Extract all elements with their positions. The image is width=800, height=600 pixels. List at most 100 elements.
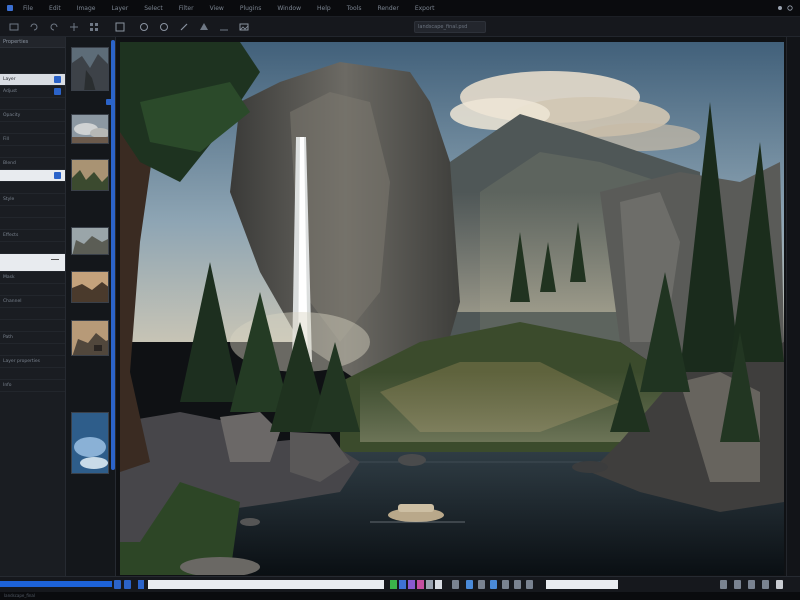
panel-row[interactable] <box>0 98 65 110</box>
panel-dropdown[interactable] <box>0 254 65 272</box>
document-title-field[interactable]: landscape_final.psd <box>414 21 486 33</box>
toolbar-icon[interactable] <box>478 580 485 589</box>
brush-icon[interactable] <box>176 19 192 35</box>
thumbnail-cliffs[interactable] <box>71 227 109 255</box>
zoom-out-icon[interactable] <box>114 580 121 589</box>
toolbar-icon[interactable] <box>526 580 533 589</box>
thumbnail-lake[interactable] <box>71 271 109 303</box>
panel-row-label: Path <box>3 335 13 340</box>
menu-view[interactable]: View <box>203 0 231 17</box>
menu-edit[interactable]: Edit <box>42 0 68 17</box>
menu-plugins[interactable]: Plugins <box>233 0 269 17</box>
panel-row[interactable] <box>0 242 65 254</box>
toolbar-icon[interactable] <box>452 580 459 589</box>
toolbar-icon[interactable] <box>466 580 473 589</box>
notification-icon[interactable] <box>776 4 784 12</box>
footer-status: landscape_final <box>0 592 800 600</box>
timeline-field[interactable] <box>148 580 384 589</box>
panel-row-info[interactable]: Info <box>0 380 65 392</box>
fullscreen-icon[interactable] <box>762 580 769 589</box>
panel-row-opacity[interactable]: Opacity <box>0 110 65 122</box>
panel-row-label: Mask <box>3 275 15 280</box>
layout-icon[interactable] <box>734 580 741 589</box>
menu-layer[interactable]: Layer <box>104 0 135 17</box>
panel-row-blend[interactable]: Blend <box>0 158 65 170</box>
menu-help[interactable]: Help <box>310 0 338 17</box>
panel-row[interactable] <box>0 146 65 158</box>
menu-export[interactable]: Export <box>408 0 442 17</box>
panel-row-label: Blend <box>3 161 16 166</box>
thumbnail-sky[interactable] <box>71 412 109 474</box>
grid-icon[interactable] <box>86 19 102 35</box>
swatch-gray[interactable] <box>426 580 433 589</box>
checkbox-icon[interactable] <box>54 88 61 95</box>
info-icon[interactable] <box>776 580 783 589</box>
eraser-icon[interactable] <box>216 19 232 35</box>
panel-row-layer[interactable]: Layer <box>0 74 65 86</box>
panel-row-effects[interactable]: Effects <box>0 230 65 242</box>
panel-row[interactable] <box>0 368 65 380</box>
panel-row[interactable] <box>0 182 65 194</box>
settings-icon[interactable] <box>720 580 727 589</box>
zoom-field[interactable] <box>138 580 144 589</box>
account-icon[interactable] <box>786 4 794 12</box>
swatch-green[interactable] <box>390 580 397 589</box>
frame-icon[interactable] <box>112 19 128 35</box>
toolbar-icon[interactable] <box>514 580 521 589</box>
toolbar: landscape_final.psd <box>0 17 800 37</box>
swatch-pink[interactable] <box>417 580 424 589</box>
menu-render[interactable]: Render <box>370 0 405 17</box>
toolbar-icon[interactable] <box>490 580 497 589</box>
thumbnail-strip <box>66 37 116 576</box>
move-icon[interactable] <box>66 19 82 35</box>
menu-tools[interactable]: Tools <box>340 0 369 17</box>
right-scrollbar[interactable] <box>786 37 800 576</box>
status-field[interactable] <box>546 580 618 589</box>
toolbar-icon[interactable] <box>502 580 509 589</box>
panel-row-layer-properties[interactable]: Layer properties <box>0 356 65 368</box>
panel-row[interactable] <box>0 320 65 332</box>
checkbox-icon[interactable] <box>54 76 61 83</box>
panel-row[interactable] <box>0 308 65 320</box>
thumbnail-canyon[interactable] <box>71 47 109 91</box>
panel-row[interactable] <box>0 206 65 218</box>
swatch-white[interactable] <box>435 580 442 589</box>
grid-view-icon[interactable] <box>748 580 755 589</box>
redo-icon[interactable] <box>46 19 62 35</box>
panel-row-path[interactable]: Path <box>0 332 65 344</box>
thumbnail-mountain[interactable] <box>71 320 109 356</box>
menu-window[interactable]: Window <box>270 0 308 17</box>
panel-row-adjust[interactable]: Adjust <box>0 86 65 98</box>
vertical-scrollbar[interactable] <box>111 40 115 470</box>
panel-input-field[interactable] <box>0 170 65 182</box>
artwork-landscape[interactable] <box>120 42 784 575</box>
panel-row[interactable] <box>0 122 65 134</box>
menu-select[interactable]: Select <box>137 0 170 17</box>
panel-row-style[interactable]: Style <box>0 194 65 206</box>
canvas-area <box>116 37 786 576</box>
thumbnail-forest[interactable] <box>71 159 109 191</box>
sidebar-toggle-icon[interactable] <box>6 19 22 35</box>
swatch-purple[interactable] <box>408 580 415 589</box>
menu-image[interactable]: Image <box>70 0 103 17</box>
panel-row[interactable] <box>0 62 65 74</box>
panel-row-fill[interactable]: Fill <box>0 134 65 146</box>
panel-row[interactable] <box>0 218 65 230</box>
panel-row[interactable] <box>0 284 65 296</box>
gradient-icon[interactable] <box>236 19 252 35</box>
thumbnail-clouds[interactable] <box>71 114 109 144</box>
crop-icon[interactable] <box>136 19 152 35</box>
lasso-icon[interactable] <box>156 19 172 35</box>
checkbox-icon[interactable] <box>54 172 61 179</box>
menu-filter[interactable]: Filter <box>172 0 201 17</box>
panel-row[interactable] <box>0 344 65 356</box>
menu-file[interactable]: File <box>16 0 40 17</box>
swatch-blue[interactable] <box>399 580 406 589</box>
panel-row-label: Layer <box>3 77 16 82</box>
app-icon[interactable] <box>6 4 14 12</box>
panel-row-channel[interactable]: Channel <box>0 296 65 308</box>
panel-row-mask[interactable]: Mask <box>0 272 65 284</box>
zoom-in-icon[interactable] <box>124 580 131 589</box>
undo-icon[interactable] <box>26 19 42 35</box>
clone-icon[interactable] <box>196 19 212 35</box>
